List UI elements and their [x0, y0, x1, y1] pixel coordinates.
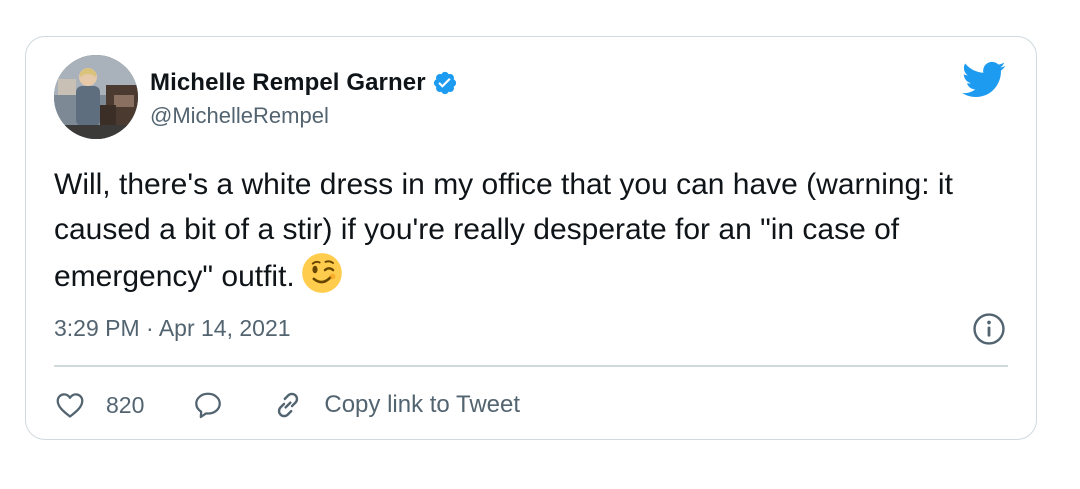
wink-emoji-icon: [301, 253, 342, 293]
like-button[interactable]: 820: [54, 389, 144, 421]
author-display-name[interactable]: Michelle Rempel Garner: [150, 69, 426, 97]
verified-badge-icon: [433, 71, 456, 95]
avatar[interactable]: [54, 55, 138, 139]
tweet-text-content: Will, there's a white dress in my office…: [54, 168, 953, 293]
reply-icon: [195, 392, 222, 419]
avatar-photo: [54, 55, 138, 139]
divider: [54, 365, 1008, 367]
copy-link-button[interactable]: Copy link to Tweet: [272, 389, 520, 421]
reply-button[interactable]: [192, 389, 224, 421]
tweet-card[interactable]: Michelle Rempel Garner @MichelleRempel W…: [25, 36, 1037, 440]
tweet-author[interactable]: Michelle Rempel Garner @MichelleRempel: [150, 67, 458, 129]
info-icon[interactable]: [972, 312, 1006, 346]
twitter-bird-icon[interactable]: [962, 61, 1006, 99]
tweet-actions: 820 Copy link to Tweet: [54, 387, 520, 423]
like-count: 820: [106, 391, 145, 418]
author-handle[interactable]: @MichelleRempel: [150, 103, 458, 129]
heart-icon: [56, 393, 84, 418]
tweet-timestamp[interactable]: 3:29 PM · Apr 14, 2021: [54, 315, 291, 342]
copy-link-label: Copy link to Tweet: [324, 391, 521, 418]
tweet-text: Will, there's a white dress in my office…: [54, 162, 1014, 299]
link-icon: [278, 392, 299, 418]
